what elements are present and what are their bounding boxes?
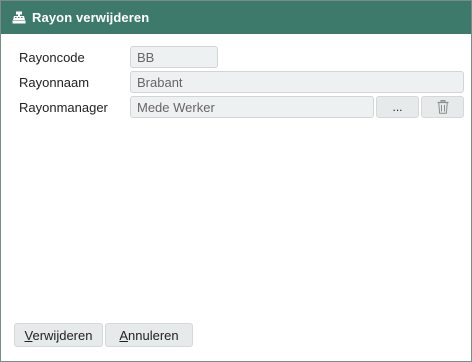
rayoncode-label: Rayoncode: [19, 50, 85, 65]
rayonnaam-field[interactable]: [130, 71, 464, 93]
rayonnaam-label: Rayonnaam: [19, 75, 90, 90]
cancel-button[interactable]: Annuleren: [105, 323, 193, 347]
delete-button-label: Verwijderen: [24, 327, 93, 343]
dialog-title: Rayon verwijderen: [32, 10, 150, 25]
cash-register-icon: [12, 11, 26, 25]
clear-manager-button[interactable]: [421, 96, 464, 118]
delete-rayon-dialog: Rayon verwijderen Rayoncode Rayonnaam Ra…: [0, 0, 472, 362]
browse-manager-label: ...: [392, 100, 403, 114]
rayoncode-field[interactable]: [130, 46, 218, 68]
cancel-button-label: Annuleren: [119, 327, 179, 343]
delete-button[interactable]: Verwijderen: [14, 323, 103, 347]
dialog-titlebar: Rayon verwijderen: [1, 1, 471, 34]
trash-icon: [437, 100, 449, 114]
browse-manager-button[interactable]: ...: [376, 96, 419, 118]
rayonmanager-field[interactable]: [130, 96, 374, 118]
rayonmanager-label: Rayonmanager: [19, 100, 108, 115]
